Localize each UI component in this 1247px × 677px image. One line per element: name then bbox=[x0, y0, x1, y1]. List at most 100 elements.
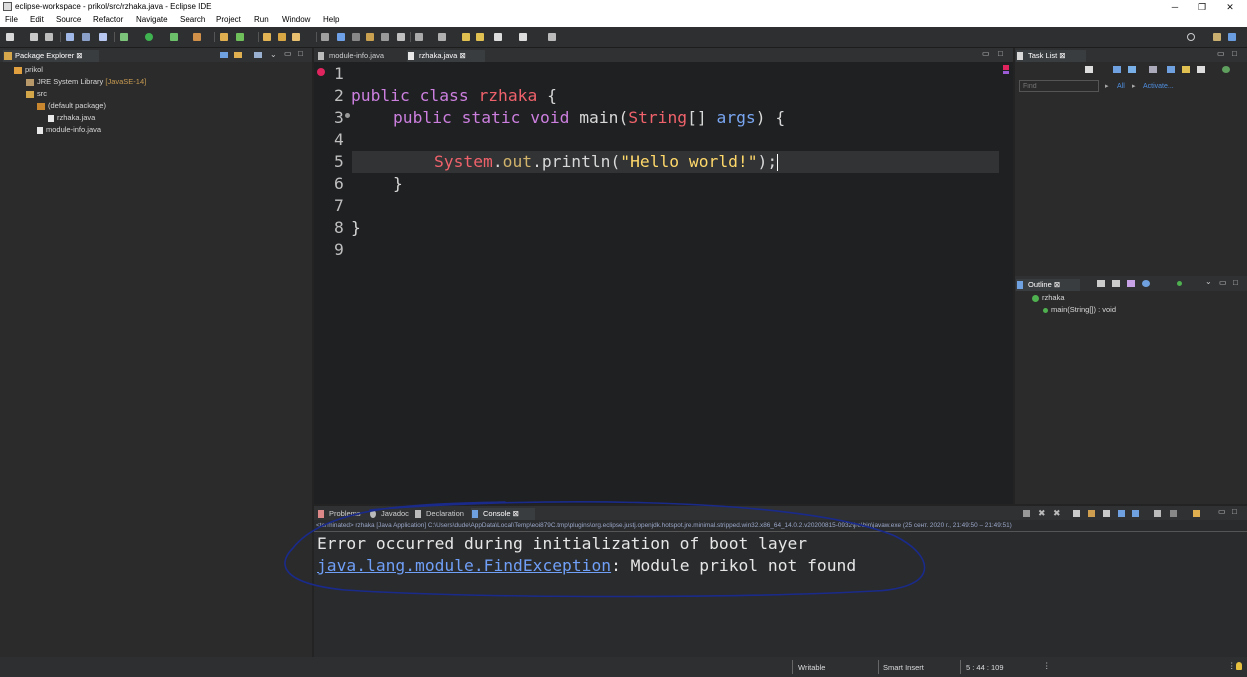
open-task-icon[interactable] bbox=[278, 33, 286, 41]
scroll-lock-icon[interactable] bbox=[1088, 510, 1095, 517]
show-stdout-icon[interactable] bbox=[1118, 510, 1125, 517]
tree-item-default-package[interactable]: (default package) bbox=[37, 101, 106, 110]
public-members-icon[interactable] bbox=[1177, 281, 1182, 286]
maximize-view-icon[interactable]: □ bbox=[1232, 507, 1237, 516]
new-icon[interactable] bbox=[6, 33, 14, 41]
terminate-icon[interactable] bbox=[1023, 510, 1030, 517]
collapse-icon[interactable] bbox=[1167, 66, 1175, 73]
mark-occurrences-icon[interactable] bbox=[337, 33, 345, 41]
sort-icon[interactable] bbox=[1097, 280, 1105, 287]
annotation-icon[interactable] bbox=[321, 33, 329, 41]
pin-console-icon[interactable] bbox=[1154, 510, 1161, 517]
menu-edit[interactable]: Edit bbox=[30, 15, 44, 24]
all-link[interactable]: All bbox=[1117, 83, 1125, 90]
status-insert-mode[interactable]: Smart Insert bbox=[883, 663, 924, 672]
sync-icon[interactable] bbox=[1197, 66, 1205, 73]
minimize-view-icon[interactable]: ▭ bbox=[1217, 49, 1225, 58]
show-stderr-icon[interactable] bbox=[1132, 510, 1139, 517]
tree-item-src[interactable]: src bbox=[26, 89, 47, 98]
tree-item-project[interactable]: prikol bbox=[14, 65, 43, 74]
paragraph-icon[interactable] bbox=[397, 33, 405, 41]
hide-fields-icon[interactable] bbox=[1112, 280, 1120, 287]
display-console-icon[interactable] bbox=[1170, 510, 1177, 517]
coverage-icon[interactable] bbox=[170, 33, 178, 41]
outline-item-main[interactable]: main(String[]) : void bbox=[1043, 305, 1116, 314]
view-menu-icon[interactable]: ⌄ bbox=[1205, 277, 1212, 286]
clear-console-icon[interactable] bbox=[1073, 510, 1080, 517]
debug-icon[interactable] bbox=[120, 33, 128, 41]
task-find-input[interactable] bbox=[1019, 80, 1099, 92]
save-icon[interactable] bbox=[30, 33, 38, 41]
back-icon[interactable] bbox=[476, 33, 484, 41]
tab-module-info[interactable]: module-info.java bbox=[317, 50, 403, 62]
new-task-icon[interactable] bbox=[1085, 66, 1093, 73]
open-console-icon[interactable] bbox=[1193, 510, 1200, 517]
block-selection-icon[interactable] bbox=[352, 33, 360, 41]
tree-item-rzhaka-java[interactable]: rzhaka.java bbox=[48, 113, 95, 122]
skip-breakpoints-icon[interactable] bbox=[99, 33, 107, 41]
menu-refactor[interactable]: Refactor bbox=[93, 15, 123, 24]
remove-all-icon[interactable]: ✖ bbox=[1053, 508, 1061, 519]
minimize-view-icon[interactable]: ▭ bbox=[1218, 507, 1226, 516]
tree-item-module-info[interactable]: module-info.java bbox=[37, 125, 101, 134]
activate-link[interactable]: Activate... bbox=[1143, 83, 1174, 90]
menu-file[interactable]: File bbox=[5, 15, 18, 24]
minimize-editor-icon[interactable]: ▭ bbox=[982, 49, 990, 58]
filter-icon[interactable] bbox=[254, 52, 262, 58]
maximize-editor-icon[interactable]: □ bbox=[998, 49, 1003, 58]
status-cursor-position[interactable]: 5 : 44 : 109 bbox=[966, 663, 1004, 672]
open-perspective-icon[interactable] bbox=[1213, 33, 1221, 41]
minimize-button[interactable]: ─ bbox=[1165, 1, 1185, 13]
error-marker-icon[interactable] bbox=[317, 68, 325, 76]
pin-editor-icon[interactable] bbox=[548, 33, 556, 41]
search-tool-icon[interactable] bbox=[292, 33, 300, 41]
view-menu-icon[interactable]: ⌄ bbox=[270, 50, 277, 59]
tab-task-list[interactable]: Task List ⊠ bbox=[1016, 50, 1086, 62]
maximize-view-icon[interactable]: □ bbox=[1232, 49, 1237, 58]
menu-navigate[interactable]: Navigate bbox=[136, 15, 168, 24]
word-wrap-icon[interactable] bbox=[1103, 510, 1110, 517]
tip-lightbulb-icon[interactable] bbox=[1236, 662, 1242, 670]
tab-rzhaka[interactable]: rzhaka.java ⊠ bbox=[407, 50, 485, 62]
new-java-project-icon[interactable] bbox=[220, 33, 228, 41]
prev-annotation-icon[interactable] bbox=[438, 33, 446, 41]
open-type-icon[interactable] bbox=[263, 33, 271, 41]
maximize-view-icon[interactable]: □ bbox=[298, 49, 303, 58]
scheduled-icon[interactable] bbox=[1128, 66, 1136, 73]
console-view-icon[interactable] bbox=[82, 33, 90, 41]
tab-outline[interactable]: Outline ⊠ bbox=[1016, 279, 1080, 291]
new-java-class-icon[interactable] bbox=[236, 33, 244, 41]
menu-project[interactable]: Project bbox=[216, 15, 241, 24]
tree-item-jre[interactable]: JRE System Library [JavaSE-14] bbox=[26, 77, 146, 86]
search-icon[interactable] bbox=[1187, 33, 1195, 41]
link-editor-icon[interactable] bbox=[234, 52, 242, 58]
menu-search[interactable]: Search bbox=[180, 15, 205, 24]
categorized-icon[interactable] bbox=[1113, 66, 1121, 73]
minimize-view-icon[interactable]: ▭ bbox=[1219, 278, 1227, 287]
focus-icon[interactable] bbox=[1182, 66, 1190, 73]
outline-item-class[interactable]: rzhaka bbox=[1032, 293, 1065, 302]
restore-button[interactable]: ❐ bbox=[1192, 1, 1212, 13]
navigate-forward-icon[interactable] bbox=[519, 33, 527, 41]
toggle-breadcrumb-icon[interactable] bbox=[366, 33, 374, 41]
java-perspective-icon[interactable] bbox=[1228, 33, 1236, 41]
menu-run[interactable]: Run bbox=[254, 15, 269, 24]
last-edit-icon[interactable] bbox=[462, 33, 470, 41]
collapse-all-icon[interactable] bbox=[220, 52, 228, 58]
remove-launch-icon[interactable]: ✖ bbox=[1038, 508, 1046, 519]
forward-icon[interactable] bbox=[494, 33, 502, 41]
save-all-icon[interactable] bbox=[45, 33, 53, 41]
external-tools-icon[interactable] bbox=[193, 33, 201, 41]
hide-completed-icon[interactable] bbox=[1149, 66, 1157, 73]
repositories-icon[interactable] bbox=[1222, 66, 1230, 73]
terminal-icon[interactable] bbox=[66, 33, 74, 41]
menu-window[interactable]: Window bbox=[282, 15, 310, 24]
show-whitespace-icon[interactable] bbox=[381, 33, 389, 41]
task-find-arrow-icon[interactable]: ▸ bbox=[1105, 82, 1109, 90]
menu-source[interactable]: Source bbox=[56, 15, 81, 24]
tab-package-explorer[interactable]: Package Explorer ⊠ bbox=[3, 50, 99, 62]
run-icon[interactable] bbox=[145, 33, 153, 41]
hide-static-icon[interactable] bbox=[1127, 280, 1135, 287]
close-button[interactable]: ✕ bbox=[1220, 1, 1240, 13]
maximize-view-icon[interactable]: □ bbox=[1233, 278, 1238, 287]
